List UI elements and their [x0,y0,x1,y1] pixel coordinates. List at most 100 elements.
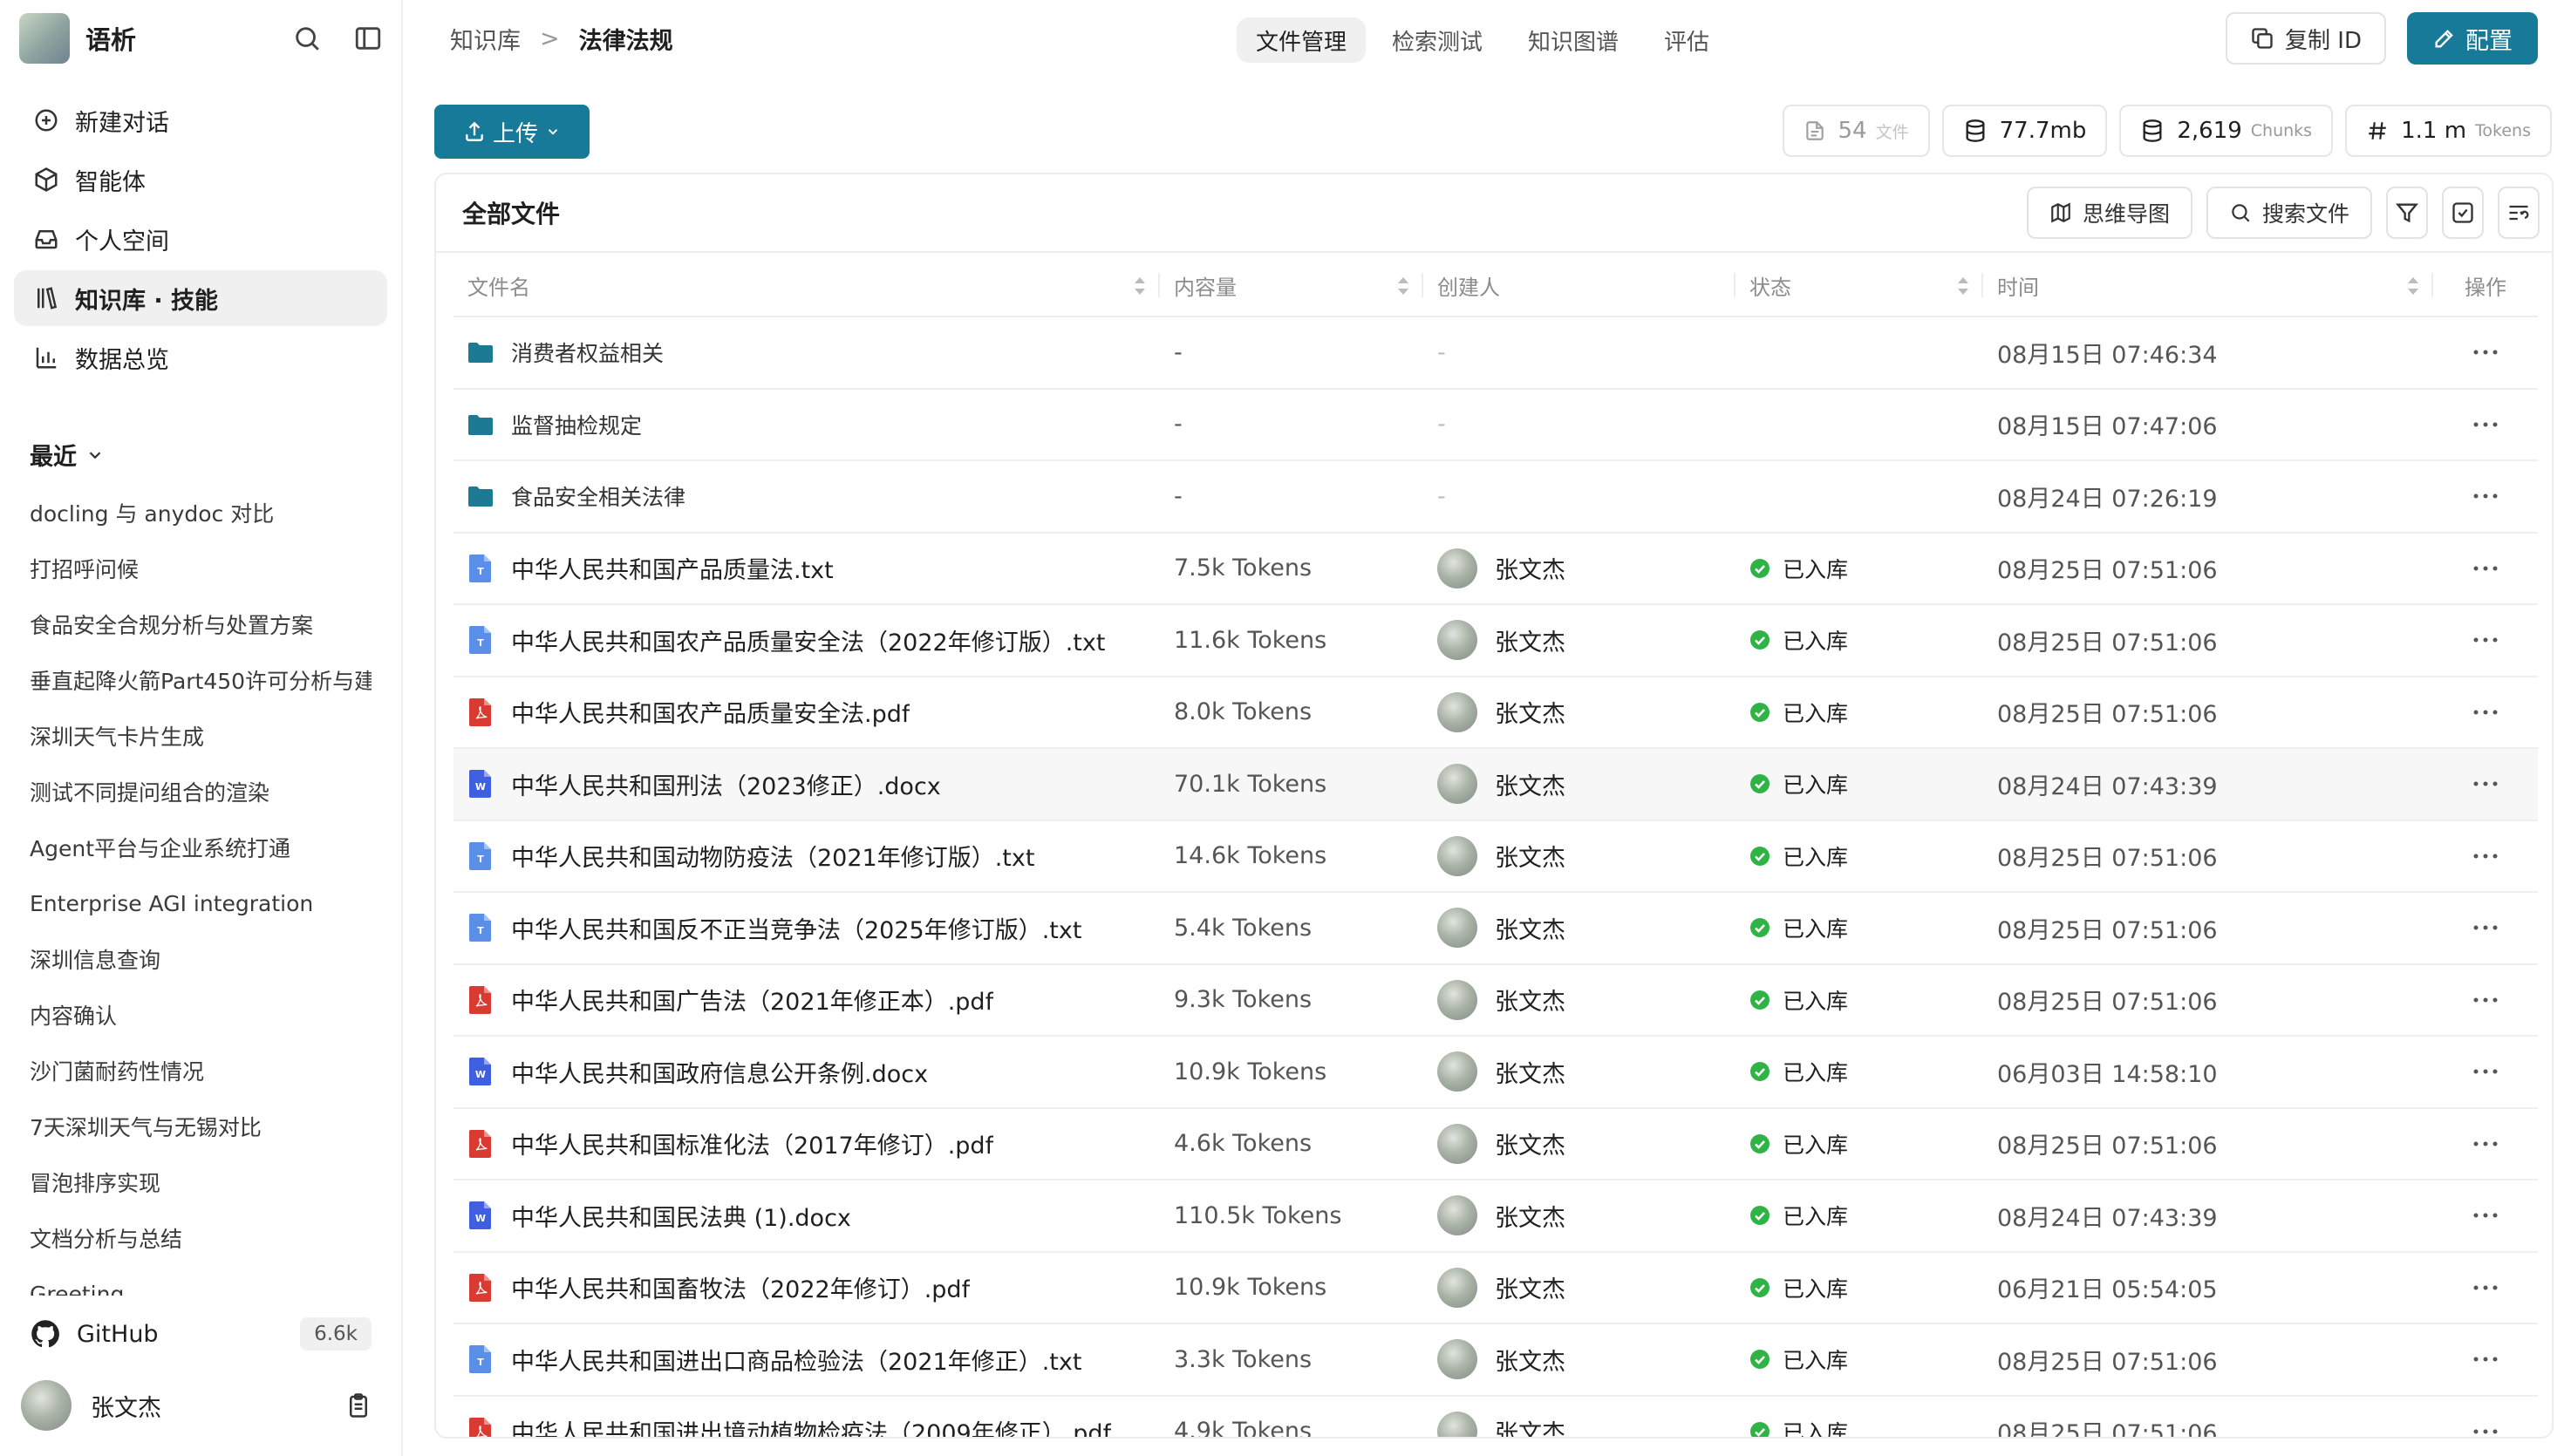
filter-button[interactable] [2386,187,2428,239]
column-size[interactable]: 内容量 [1160,254,1423,316]
github-link[interactable]: GitHub 6.6k [30,1311,372,1357]
row-actions-button[interactable] [2433,677,2538,748]
recent-item[interactable]: Enterprise AGI integration [30,875,372,931]
row-actions-button[interactable] [2433,605,2538,676]
recent-item[interactable]: docling 与 anydoc 对比 [30,485,372,541]
collapse-sidebar-button[interactable] [351,21,385,56]
file-row[interactable]: 中华人民共和国进出境动植物检疫法（2009年修正）.pdf 4.9k Tokens… [453,1397,2538,1438]
row-actions-button[interactable] [2433,1397,2538,1438]
recent-item[interactable]: 文档分析与总结 [30,1210,372,1266]
recent-item[interactable]: 7天深圳天气与无锡对比 [30,1099,372,1154]
copy-id-button[interactable]: 复制 ID [2226,12,2386,65]
name-cell[interactable]: 中华人民共和国广告法（2021年修正本）.pdf [453,965,1160,1036]
sidebar-item-3[interactable]: 知识库 · 技能 [14,270,387,326]
file-name[interactable]: 食品安全相关法律 [511,480,685,512]
search-files-button[interactable]: 搜索文件 [2206,187,2372,239]
name-cell[interactable]: 中华人民共和国畜牧法（2022年修订）.pdf [453,1253,1160,1323]
file-row[interactable]: T 中华人民共和国产品质量法.txt 7.5k Tokens 张文杰 已入库 08月25日… [453,534,2538,605]
file-row[interactable]: W 中华人民共和国刑法（2023修正）.docx 70.1k Tokens 张文杰 已入… [453,749,2538,821]
tab-3[interactable]: 评估 [1645,17,1729,63]
user-profile[interactable]: 张文杰 [21,1379,372,1432]
column-name[interactable]: 文件名 [453,254,1160,316]
sidebar-item-1[interactable]: 智能体 [14,152,387,208]
row-actions-button[interactable] [2433,390,2538,460]
file-name[interactable]: 中华人民共和国农产品质量安全法（2022年修订版）.txt [511,623,1105,657]
file-row[interactable]: W 中华人民共和国政府信息公开条例.docx 10.9k Tokens 张文杰 已入库 0… [453,1037,2538,1109]
file-name[interactable]: 监督抽检规定 [511,409,642,440]
tab-2[interactable]: 知识图谱 [1509,17,1638,63]
row-actions-button[interactable] [2433,1037,2538,1107]
name-cell[interactable]: W 中华人民共和国民法典 (1).docx [453,1180,1160,1251]
name-cell[interactable]: T 中华人民共和国农产品质量安全法（2022年修订版）.txt [453,605,1160,676]
folder-row[interactable]: 监督抽检规定 - - 08月15日 07:47:06 [453,390,2538,461]
recent-item[interactable]: 打招呼问候 [30,541,372,596]
recent-item[interactable]: Greeting [30,1266,372,1296]
select-button[interactable] [2442,187,2484,239]
recent-item[interactable]: 内容确认 [30,987,372,1043]
breadcrumb-root[interactable]: 知识库 [450,22,521,56]
name-cell[interactable]: 中华人民共和国标准化法（2017年修订）.pdf [453,1109,1160,1180]
name-cell[interactable]: 中华人民共和国农产品质量安全法.pdf [453,677,1160,748]
file-name[interactable]: 中华人民共和国农产品质量安全法.pdf [511,695,910,729]
file-row[interactable]: 中华人民共和国广告法（2021年修正本）.pdf 9.3k Tokens 张文杰 已入… [453,965,2538,1037]
file-row[interactable]: T 中华人民共和国进出口商品检验法（2021年修正）.txt 3.3k Tokens… [453,1324,2538,1397]
name-cell[interactable]: 消费者权益相关 [453,317,1160,388]
recent-item[interactable]: 沙门菌耐药性情况 [30,1043,372,1099]
config-button[interactable]: 配置 [2407,12,2538,65]
file-name[interactable]: 中华人民共和国标准化法（2017年修订）.pdf [511,1126,993,1160]
row-actions-button[interactable] [2433,534,2538,604]
file-name[interactable]: 中华人民共和国产品质量法.txt [511,551,834,585]
row-actions-button[interactable] [2433,1324,2538,1395]
file-row[interactable]: T 中华人民共和国动物防疫法（2021年修订版）.txt 14.6k Tokens 张… [453,821,2538,893]
row-actions-button[interactable] [2433,965,2538,1036]
file-name[interactable]: 中华人民共和国政府信息公开条例.docx [511,1055,928,1089]
file-name[interactable]: 中华人民共和国反不正当竞争法（2025年修订版）.txt [511,911,1081,945]
name-cell[interactable]: T 中华人民共和国反不正当竞争法（2025年修订版）.txt [453,893,1160,963]
recent-item[interactable]: Agent平台与企业系统打通 [30,820,372,875]
tab-0[interactable]: 文件管理 [1237,17,1367,63]
file-row[interactable]: 中华人民共和国农产品质量安全法.pdf 8.0k Tokens 张文杰 已入库 08月2… [453,677,2538,749]
recent-item[interactable]: 测试不同提问组合的渲染 [30,764,372,820]
file-name[interactable]: 中华人民共和国进出口商品检验法（2021年修正）.txt [511,1343,1081,1377]
name-cell[interactable]: W 中华人民共和国政府信息公开条例.docx [453,1037,1160,1107]
column-time[interactable]: 时间 [1983,254,2433,316]
sort-options-button[interactable] [2498,187,2540,239]
name-cell[interactable]: T 中华人民共和国产品质量法.txt [453,534,1160,604]
file-name[interactable]: 中华人民共和国刑法（2023修正）.docx [511,767,941,801]
mindmap-button[interactable]: 思维导图 [2026,187,2192,239]
recent-item[interactable]: 深圳天气卡片生成 [30,708,372,764]
row-actions-button[interactable] [2433,1180,2538,1251]
name-cell[interactable]: 中华人民共和国进出境动植物检疫法（2009年修正）.pdf [453,1397,1160,1437]
upload-button[interactable]: 上传 [434,105,590,159]
row-actions-button[interactable] [2433,461,2538,532]
name-cell[interactable]: 监督抽检规定 [453,390,1160,460]
file-row[interactable]: T 中华人民共和国反不正当竞争法（2025年修订版）.txt 5.4k Tokens… [453,893,2538,965]
tab-1[interactable]: 检索测试 [1373,17,1502,63]
name-cell[interactable]: W 中华人民共和国刑法（2023修正）.docx [453,749,1160,820]
row-actions-button[interactable] [2433,1109,2538,1180]
file-name[interactable]: 消费者权益相关 [511,337,664,368]
file-name[interactable]: 中华人民共和国进出境动植物检疫法（2009年修正）.pdf [511,1414,1111,1437]
name-cell[interactable]: T 中华人民共和国进出口商品检验法（2021年修正）.txt [453,1324,1160,1395]
folder-row[interactable]: 食品安全相关法律 - - 08月24日 07:26:19 [453,461,2538,534]
file-row[interactable]: W 中华人民共和国民法典 (1).docx 110.5k Tokens 张文杰 已入库 0… [453,1180,2538,1253]
recent-item[interactable]: 食品安全合规分析与处置方案 [30,596,372,652]
name-cell[interactable]: T 中华人民共和国动物防疫法（2021年修订版）.txt [453,821,1160,892]
row-actions-button[interactable] [2433,317,2538,388]
search-button[interactable] [290,21,324,56]
folder-row[interactable]: 消费者权益相关 - - 08月15日 07:46:34 [453,317,2538,390]
file-name[interactable]: 中华人民共和国民法典 (1).docx [511,1199,851,1233]
row-actions-button[interactable] [2433,749,2538,820]
sidebar-item-0[interactable]: 新建对话 [14,92,387,148]
recent-item[interactable]: 深圳信息查询 [30,931,372,987]
file-row[interactable]: T 中华人民共和国农产品质量安全法（2022年修订版）.txt 11.6k Toke… [453,605,2538,677]
row-actions-button[interactable] [2433,893,2538,963]
file-row[interactable]: 中华人民共和国标准化法（2017年修订）.pdf 4.6k Tokens 张文杰 已入… [453,1109,2538,1180]
recent-item[interactable]: 垂直起降火箭Part450许可分析与建议 [30,652,372,708]
file-name[interactable]: 中华人民共和国畜牧法（2022年修订）.pdf [511,1270,970,1304]
sidebar-item-4[interactable]: 数据总览 [14,330,387,385]
name-cell[interactable]: 食品安全相关法律 [453,461,1160,532]
row-actions-button[interactable] [2433,821,2538,892]
file-row[interactable]: 中华人民共和国畜牧法（2022年修订）.pdf 10.9k Tokens 张文杰 已入… [453,1253,2538,1324]
recent-header[interactable]: 最近 [30,438,105,472]
